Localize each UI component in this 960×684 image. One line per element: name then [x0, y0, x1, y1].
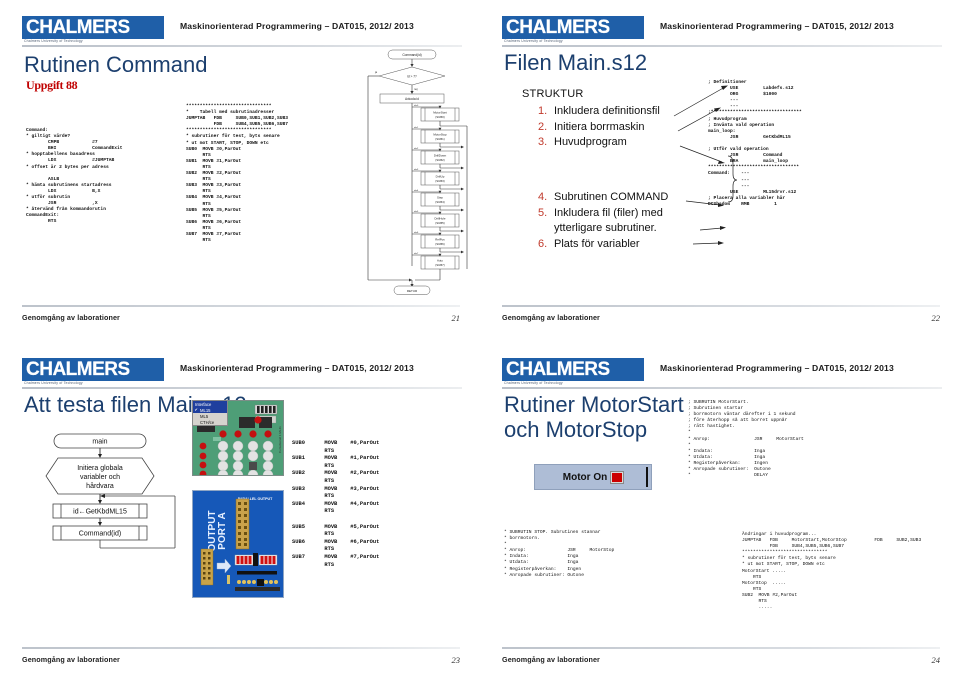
chalmers-logo: CHALMERS	[22, 16, 164, 39]
slide-deck: CHALMERS Chalmers University of Technolo…	[0, 0, 960, 684]
course-title: Maskinorienterad Programmering – DAT015,…	[180, 363, 414, 373]
svg-text:(SUB2): (SUB2)	[435, 158, 445, 162]
parallel-output-image: PARALLEL OUTPUT OUTPUT PORT A	[192, 490, 284, 598]
footer-text: Genomgång av laborationer	[22, 313, 120, 322]
svg-text:PORT A: PORT A	[217, 512, 228, 549]
flow-yes-label: ja	[374, 70, 378, 74]
slide-header: CHALMERS Chalmers University of Technolo…	[22, 16, 462, 47]
slide-number: 23	[451, 655, 461, 665]
logo-subtitle: Chalmers University of Technology	[504, 39, 563, 43]
svg-text:Comobiorall 1 ML41: Comobiorall 1 ML41	[278, 426, 282, 453]
svg-text:DrillUp: DrillUp	[436, 174, 445, 178]
svg-text:DrillDown: DrillDown	[434, 153, 447, 157]
motor-on-label: Motor On	[562, 471, 608, 483]
slide-number: 24	[931, 655, 941, 665]
main-flowchart: main Initiera globala variabler och hård…	[36, 432, 196, 557]
logo-wordmark: CHALMERS	[26, 17, 130, 38]
text-caret	[646, 467, 648, 487]
footer-divider	[22, 647, 460, 649]
flow-start-label: Command(id)	[402, 53, 421, 57]
footer-text: Genomgång av laborationer	[502, 655, 600, 664]
interface-dropdown[interactable]: Interface ML15 ML5 CTH/ce	[192, 400, 228, 426]
svg-text:Auto: Auto	[437, 258, 443, 262]
code-block-jumptab: ******************************* * Tabell…	[186, 104, 288, 244]
slide-24: CHALMERS Chalmers University of Technolo…	[480, 342, 960, 684]
code-block-jumptab-changes: Ändringar i huvudprogram... JUMPTAB FDB …	[742, 532, 921, 611]
flow-decode-label: Avkoda id	[405, 97, 419, 101]
flow-init-line1: Initiera globala	[77, 465, 123, 472]
flow-init-line2: variabler och	[80, 474, 120, 481]
slide-number: 22	[931, 313, 941, 323]
page-title: Rutinen Command	[24, 52, 208, 77]
page-title: Rutiner MotorStart och MotorStop	[504, 392, 684, 442]
svg-text:DrillHole: DrillHole	[435, 216, 446, 220]
svg-text:RefPos: RefPos	[435, 237, 445, 241]
header-divider	[502, 45, 942, 47]
code-seg-green-1: MotorStart,MotorStop	[791, 538, 847, 544]
footer-text: Genomgång av laborationer	[502, 313, 600, 322]
slide-header: CHALMERS Chalmers University of Technolo…	[502, 358, 942, 389]
svg-text:(SUB6): (SUB6)	[435, 242, 445, 246]
flow-call2-label: Command(id)	[79, 531, 121, 538]
slide-22: CHALMERS Chalmers University of Technolo…	[480, 0, 960, 342]
footer-divider	[502, 647, 940, 649]
flow-init-line3: hårdvara	[86, 482, 114, 490]
logo-subtitle: Chalmers University of Technology	[504, 381, 563, 385]
flow-no-label: nej	[414, 87, 418, 91]
page-title: Filen Main.s12	[504, 50, 648, 75]
command-flowchart: Command(id) id > 7? ja nej Avkoda id Mot…	[360, 48, 478, 296]
slide-header: CHALMERS Chalmers University of Technolo…	[502, 16, 942, 47]
course-title: Maskinorienterad Programmering – DAT015,…	[180, 21, 414, 31]
header-divider	[502, 387, 942, 389]
svg-text:(SUB5): (SUB5)	[435, 221, 445, 225]
flow-branch-group: MotorStart (SUB0) id=0 MotorStop (SUB1) …	[412, 105, 468, 281]
slide-23: CHALMERS Chalmers University of Technolo…	[0, 342, 480, 684]
svg-text:(SUB7): (SUB7)	[435, 263, 445, 267]
svg-text:MotorStart: MotorStart	[433, 110, 447, 114]
flow-call1-label: id←GetKbdML15	[73, 509, 127, 516]
code-block-motorstart-doc: ; SUBRUTIN MotorStart. ; Subrutinen star…	[688, 400, 804, 479]
code-block-motorstop-doc: * SUBRUTIN STOP. Subrutinen stannar * bo…	[504, 530, 615, 578]
code-seg-green-3: MotorStop	[742, 580, 767, 586]
logo-wordmark: CHALMERS	[506, 359, 610, 380]
course-title: Maskinorienterad Programmering – DAT015,…	[660, 21, 894, 31]
motor-status-led	[611, 471, 624, 483]
slide-number: 21	[451, 313, 461, 323]
header-divider	[22, 387, 462, 389]
assignment-badge: Uppgift 88	[26, 78, 78, 92]
slide-21: CHALMERS Chalmers University of Technolo…	[0, 0, 480, 342]
logo-subtitle: Chalmers University of Technology	[24, 381, 83, 385]
footer-text: Genomgång av laborationer	[22, 655, 120, 664]
logo-subtitle: Chalmers University of Technology	[24, 39, 83, 43]
dropdown-option-cthce[interactable]: CTH/ce	[193, 419, 227, 425]
footer-divider	[502, 305, 940, 307]
slide-header: CHALMERS Chalmers University of Technolo…	[22, 358, 462, 389]
flow-decision-label: id > 7?	[407, 75, 417, 79]
chalmers-logo: CHALMERS	[22, 358, 164, 381]
svg-text:(SUB1): (SUB1)	[435, 137, 445, 141]
motor-on-button[interactable]: Motor On	[534, 464, 652, 490]
chalmers-logo: CHALMERS	[502, 358, 644, 381]
svg-text:id=0: id=0	[414, 105, 419, 107]
svg-text:(SUB4): (SUB4)	[435, 200, 445, 204]
course-title: Maskinorienterad Programmering – DAT015,…	[660, 363, 894, 373]
footer-divider	[22, 305, 460, 307]
svg-text:MotorStop: MotorStop	[433, 132, 447, 136]
connector-arrows	[673, 85, 738, 245]
flow-start-label: main	[92, 439, 107, 446]
header-divider	[22, 45, 462, 47]
svg-text:(SUB3): (SUB3)	[435, 179, 445, 183]
logo-wordmark: CHALMERS	[506, 17, 610, 38]
code-seg-green-2: MotorStart	[742, 568, 770, 574]
chalmers-logo: CHALMERS	[502, 16, 644, 39]
flow-end-label: RETUR	[407, 289, 418, 293]
svg-text:(SUB0): (SUB0)	[435, 115, 445, 119]
code-block-command: Command: * giltigt värde? CMPB #7 BHI Co…	[26, 128, 123, 225]
code-block-subroutines: SUB0 MOVB #0,ParOut RTS SUB1 MOVB #1,Par…	[292, 440, 380, 568]
struktur-label: STRUKTUR	[522, 88, 584, 100]
svg-text:Step: Step	[437, 195, 443, 199]
logo-wordmark: CHALMERS	[26, 359, 130, 380]
